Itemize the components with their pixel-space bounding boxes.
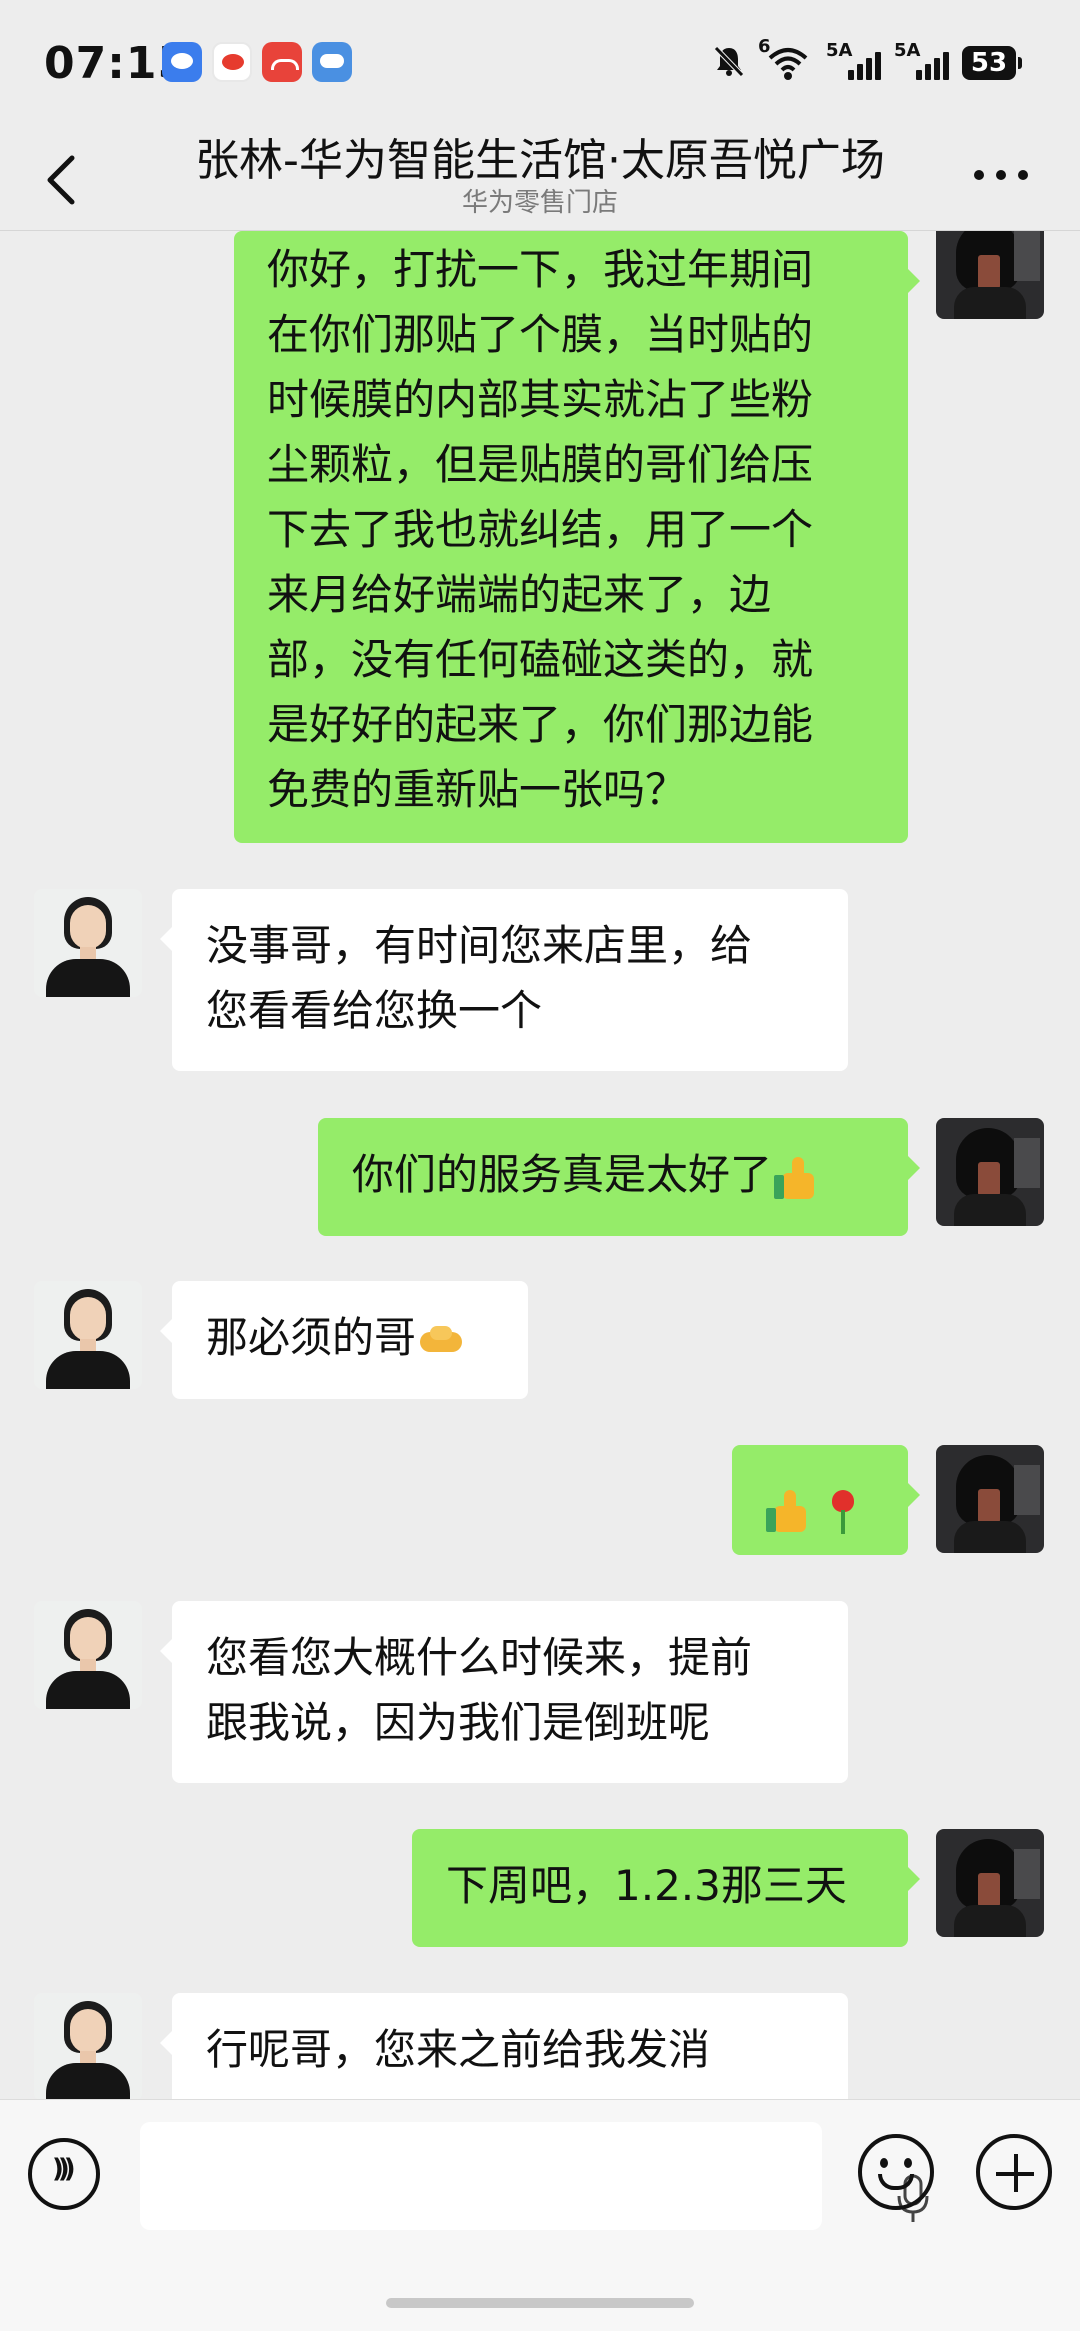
message-line: 是好好的起来了，你们那边能 (267, 700, 814, 749)
message-line: 下去了我也就纠结，用了一个 (267, 505, 814, 554)
my-avatar[interactable] (936, 231, 1044, 319)
signal-2-label: 5A (894, 40, 921, 61)
signal-1-icon: 5A (826, 40, 886, 82)
message-bubble-outgoing[interactable]: 你们的服务真是太好了 (318, 1118, 920, 1236)
message-bubble-incoming[interactable]: 没事哥，有时间您来店里，给 您看看给您换一个 (160, 889, 848, 1071)
more-actions-plus-icon[interactable] (976, 2134, 1052, 2210)
home-indicator[interactable] (386, 2298, 694, 2308)
contact-avatar[interactable] (34, 1993, 142, 2099)
message-line: 你好，打扰一下，我过年期间 (267, 245, 814, 294)
message-line: 时候膜的内部其实就沾了些粉 (267, 375, 814, 424)
message-bubble-outgoing[interactable]: 下周吧，1.2.3那三天 (412, 1829, 920, 1947)
message-bubble-incoming[interactable]: 行呢哥，您来之前给我发消 (160, 1993, 848, 2099)
weibo-notification-icon (212, 42, 252, 82)
message-bubble-incoming[interactable]: 那必须的哥 (160, 1281, 528, 1399)
missed-call-icon (262, 42, 302, 82)
more-options-icon[interactable] (974, 160, 1030, 190)
wifi-icon: 6 (758, 36, 812, 82)
weather-notification-icon (312, 42, 352, 82)
signal-1-label: 5A (826, 40, 853, 61)
my-avatar[interactable] (936, 1445, 1044, 1553)
message-bubble-incoming[interactable]: 您看您大概什么时候来，提前 跟我说，因为我们是倒班呢 (160, 1601, 848, 1783)
message-line: 在你们那贴了个膜，当时贴的 (267, 310, 814, 359)
emoji-picker-icon[interactable] (858, 2134, 934, 2210)
message-line: 免费的重新贴一张吗？ (267, 765, 688, 814)
rose-emoji-icon (820, 1488, 866, 1534)
chat-subtitle: 华为零售门店 (461, 188, 618, 218)
message-bubble-outgoing[interactable] (732, 1445, 920, 1555)
thumbs-up-emoji-icon (766, 1488, 812, 1534)
back-arrow-icon[interactable] (40, 150, 84, 210)
mute-bell-icon (714, 46, 744, 77)
message-line: 部，没有任何磕碰这类的，就 (267, 635, 814, 684)
message-text: 你们的服务真是太好了 (352, 1150, 773, 1199)
my-avatar[interactable] (936, 1118, 1044, 1226)
contact-avatar[interactable] (34, 1601, 142, 1709)
message-list[interactable]: 你好，打扰一下，我过年期间 在你们那贴了个膜，当时贴的 时候膜的内部其实就沾了些… (0, 231, 1080, 2099)
message-line: 尘颗粒，但是贴膜的哥们给压 (267, 440, 814, 489)
status-bar: 07:15 6 5A 5A 53 (0, 0, 1080, 120)
handshake-emoji-icon (418, 1318, 464, 1364)
input-bar (0, 2099, 1080, 2331)
message-bubble-outgoing[interactable]: 你好，打扰一下，我过年期间 在你们那贴了个膜，当时贴的 时候膜的内部其实就沾了些… (234, 231, 920, 843)
battery-icon: 53 (962, 46, 1022, 80)
chat-title: 张林-华为智能生活馆·太原吾悦广场 (195, 135, 885, 186)
messages-notification-icon (162, 42, 202, 82)
message-line: 您看您大概什么时候来，提前 (206, 1633, 753, 1682)
voice-input-toggle-icon[interactable] (28, 2138, 100, 2210)
message-text: 那必须的哥 (206, 1313, 417, 1362)
message-line: 没事哥，有时间您来店里，给 (206, 921, 753, 970)
message-line: 您看看给您换一个 (206, 986, 543, 1035)
contact-avatar[interactable] (34, 889, 142, 997)
message-line: 行呢哥，您来之前给我发消 (206, 2025, 711, 2074)
thumbs-up-emoji-icon (774, 1155, 820, 1201)
signal-2-icon: 5A (894, 40, 954, 82)
wifi-label: 6 (758, 36, 771, 57)
message-line: 来月给好端端的起来了，边 (267, 570, 772, 619)
message-line: 跟我说，因为我们是倒班呢 (206, 1698, 711, 1747)
contact-avatar[interactable] (34, 1281, 142, 1389)
my-avatar[interactable] (936, 1829, 1044, 1937)
message-input[interactable] (140, 2122, 929, 2230)
chat-header: 张林-华为智能生活馆·太原吾悦广场 华为零售门店 (0, 120, 1080, 231)
message-text: 下周吧，1.2.3那三天 (446, 1861, 847, 1910)
